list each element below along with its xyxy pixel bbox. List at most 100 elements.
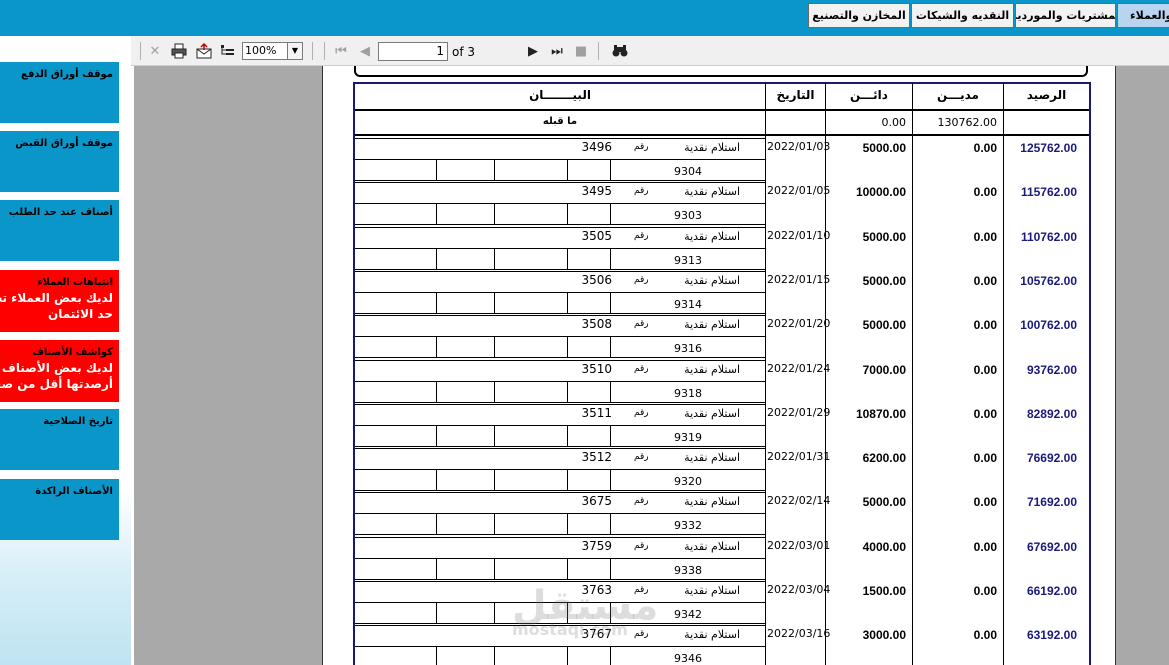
stop-icon[interactable]: ■ — [572, 42, 590, 60]
tile-item-reports[interactable]: كواشف الأصناف لديك بعض الأصناف أرصدتها أ… — [0, 340, 119, 402]
toolbar-separator — [598, 42, 599, 60]
tile-title: موقف أوراق القبض — [15, 138, 113, 149]
zoom-select[interactable]: 100% ▼ — [242, 42, 303, 60]
sub-col-line — [436, 602, 437, 623]
row-line — [355, 360, 765, 361]
row-reference: 9332 — [674, 519, 702, 532]
row-line — [355, 446, 765, 447]
row-credit: 5000.00 — [862, 318, 906, 332]
sub-col-line — [436, 203, 437, 224]
tile-title: موقف أوراق الدفع — [21, 69, 113, 80]
row-line — [355, 490, 765, 491]
row-debit: 0.00 — [973, 185, 997, 199]
tile-title: انتباهات العملاء — [37, 277, 113, 288]
print-icon[interactable] — [170, 42, 188, 60]
chevron-down-icon[interactable]: ▼ — [287, 43, 302, 59]
row-line — [355, 203, 765, 204]
sub-col-line — [494, 602, 495, 623]
row-date: 2022/01/05 — [767, 184, 831, 197]
row-line — [355, 534, 765, 535]
sub-col-line — [567, 646, 568, 665]
menu-customers[interactable]: والعملاء — [1117, 3, 1169, 28]
tile-expiry-date[interactable]: تاريخ الصلاحية — [0, 409, 119, 470]
row-doc-number: 3675 — [581, 494, 612, 508]
row-credit: 4000.00 — [862, 540, 906, 554]
row-line — [355, 224, 765, 225]
close-icon[interactable]: ✕ — [146, 42, 164, 60]
menu-cash-cheques[interactable]: النقديه والشيكات — [911, 3, 1014, 28]
row-debit: 0.00 — [973, 540, 997, 554]
tile-receivable-papers[interactable]: موقف أوراق القبض — [0, 131, 119, 192]
tile-customer-alerts[interactable]: انتباهات العملاء لديك بعض العملاء تجاوزو… — [0, 270, 119, 332]
col-line — [765, 83, 766, 665]
row-debit: 0.00 — [973, 141, 997, 155]
tree-icon[interactable] — [218, 42, 236, 60]
row-date: 2022/02/14 — [767, 494, 831, 507]
sub-col-line — [610, 646, 611, 665]
opening-divider — [355, 134, 1089, 136]
row-line — [355, 579, 765, 580]
row-doc-number: 3512 — [581, 450, 612, 464]
row-line — [355, 313, 765, 314]
row-line — [355, 646, 765, 647]
row-debit: 0.00 — [973, 407, 997, 421]
tile-reorder-items[interactable]: أصناف عند حد الطلب — [0, 200, 119, 261]
header-credit: دائـــن — [850, 88, 888, 102]
row-doc-number: 3495 — [581, 184, 612, 198]
row-line — [355, 227, 765, 228]
row-doc-number: 3506 — [581, 273, 612, 287]
row-reference: 9319 — [674, 431, 702, 444]
row-credit: 1500.00 — [862, 584, 906, 598]
next-page-icon[interactable]: ▶ — [524, 42, 542, 60]
find-icon[interactable] — [611, 42, 629, 60]
row-description: استلام نقدية — [684, 274, 740, 287]
row-date: 2022/01/20 — [767, 317, 831, 330]
header-divider — [355, 109, 1089, 111]
page-number-input[interactable]: 1 — [378, 42, 448, 61]
watermark: مستقل mostaql.com — [512, 586, 658, 638]
row-line — [355, 292, 765, 293]
tile-stagnant-items[interactable]: الأصناف الراكدة — [0, 479, 119, 540]
row-balance: 67692.00 — [1026, 540, 1077, 554]
row-doc-prefix: رقم — [634, 142, 649, 152]
sub-col-line — [494, 646, 495, 665]
row-balance: 115762.00 — [1020, 185, 1077, 199]
sub-col-line — [610, 381, 611, 402]
row-credit: 5000.00 — [862, 230, 906, 244]
row-balance: 100762.00 — [1020, 318, 1077, 332]
zoom-value: 100% — [245, 44, 277, 57]
menu-purchases-suppliers[interactable]: المشتريات والموردين — [1015, 3, 1116, 28]
sub-col-line — [610, 513, 611, 534]
row-doc-prefix: رقم — [634, 275, 649, 285]
sub-col-line — [610, 292, 611, 313]
sub-col-line — [494, 469, 495, 490]
menu-stores-manufacturing[interactable]: المخازن والتصنيع — [808, 3, 910, 28]
row-line — [355, 425, 765, 426]
sub-col-line — [494, 558, 495, 579]
tile-title: كواشف الأصناف — [32, 347, 113, 358]
row-doc-prefix: رقم — [634, 452, 649, 462]
row-description: استلام نقدية — [684, 584, 740, 597]
opening-credit: 0.00 — [881, 116, 907, 129]
row-reference: 9316 — [674, 342, 702, 355]
sub-col-line — [567, 469, 568, 490]
toolbar-separator — [312, 42, 313, 60]
opening-label: ما قبله — [542, 116, 578, 127]
row-date: 2022/01/10 — [767, 229, 831, 242]
row-description: استلام نقدية — [684, 363, 740, 376]
row-description: استلام نقدية — [684, 185, 740, 198]
row-doc-number: 3510 — [581, 362, 612, 376]
first-page-icon[interactable]: ⏮ — [332, 42, 350, 60]
tile-payable-papers[interactable]: موقف أوراق الدفع — [0, 62, 119, 123]
header-debit: مديـــن — [937, 88, 979, 102]
row-reference: 9320 — [674, 475, 702, 488]
prev-page-icon[interactable]: ◀ — [356, 42, 374, 60]
sub-col-line — [567, 425, 568, 446]
row-reference: 9304 — [674, 165, 702, 178]
row-reference: 9338 — [674, 564, 702, 577]
export-icon[interactable] — [195, 42, 213, 60]
row-line — [355, 448, 765, 449]
tile-title: تاريخ الصلاحية — [43, 416, 113, 427]
last-page-icon[interactable]: ⏭ — [548, 42, 566, 60]
row-credit: 5000.00 — [862, 274, 906, 288]
